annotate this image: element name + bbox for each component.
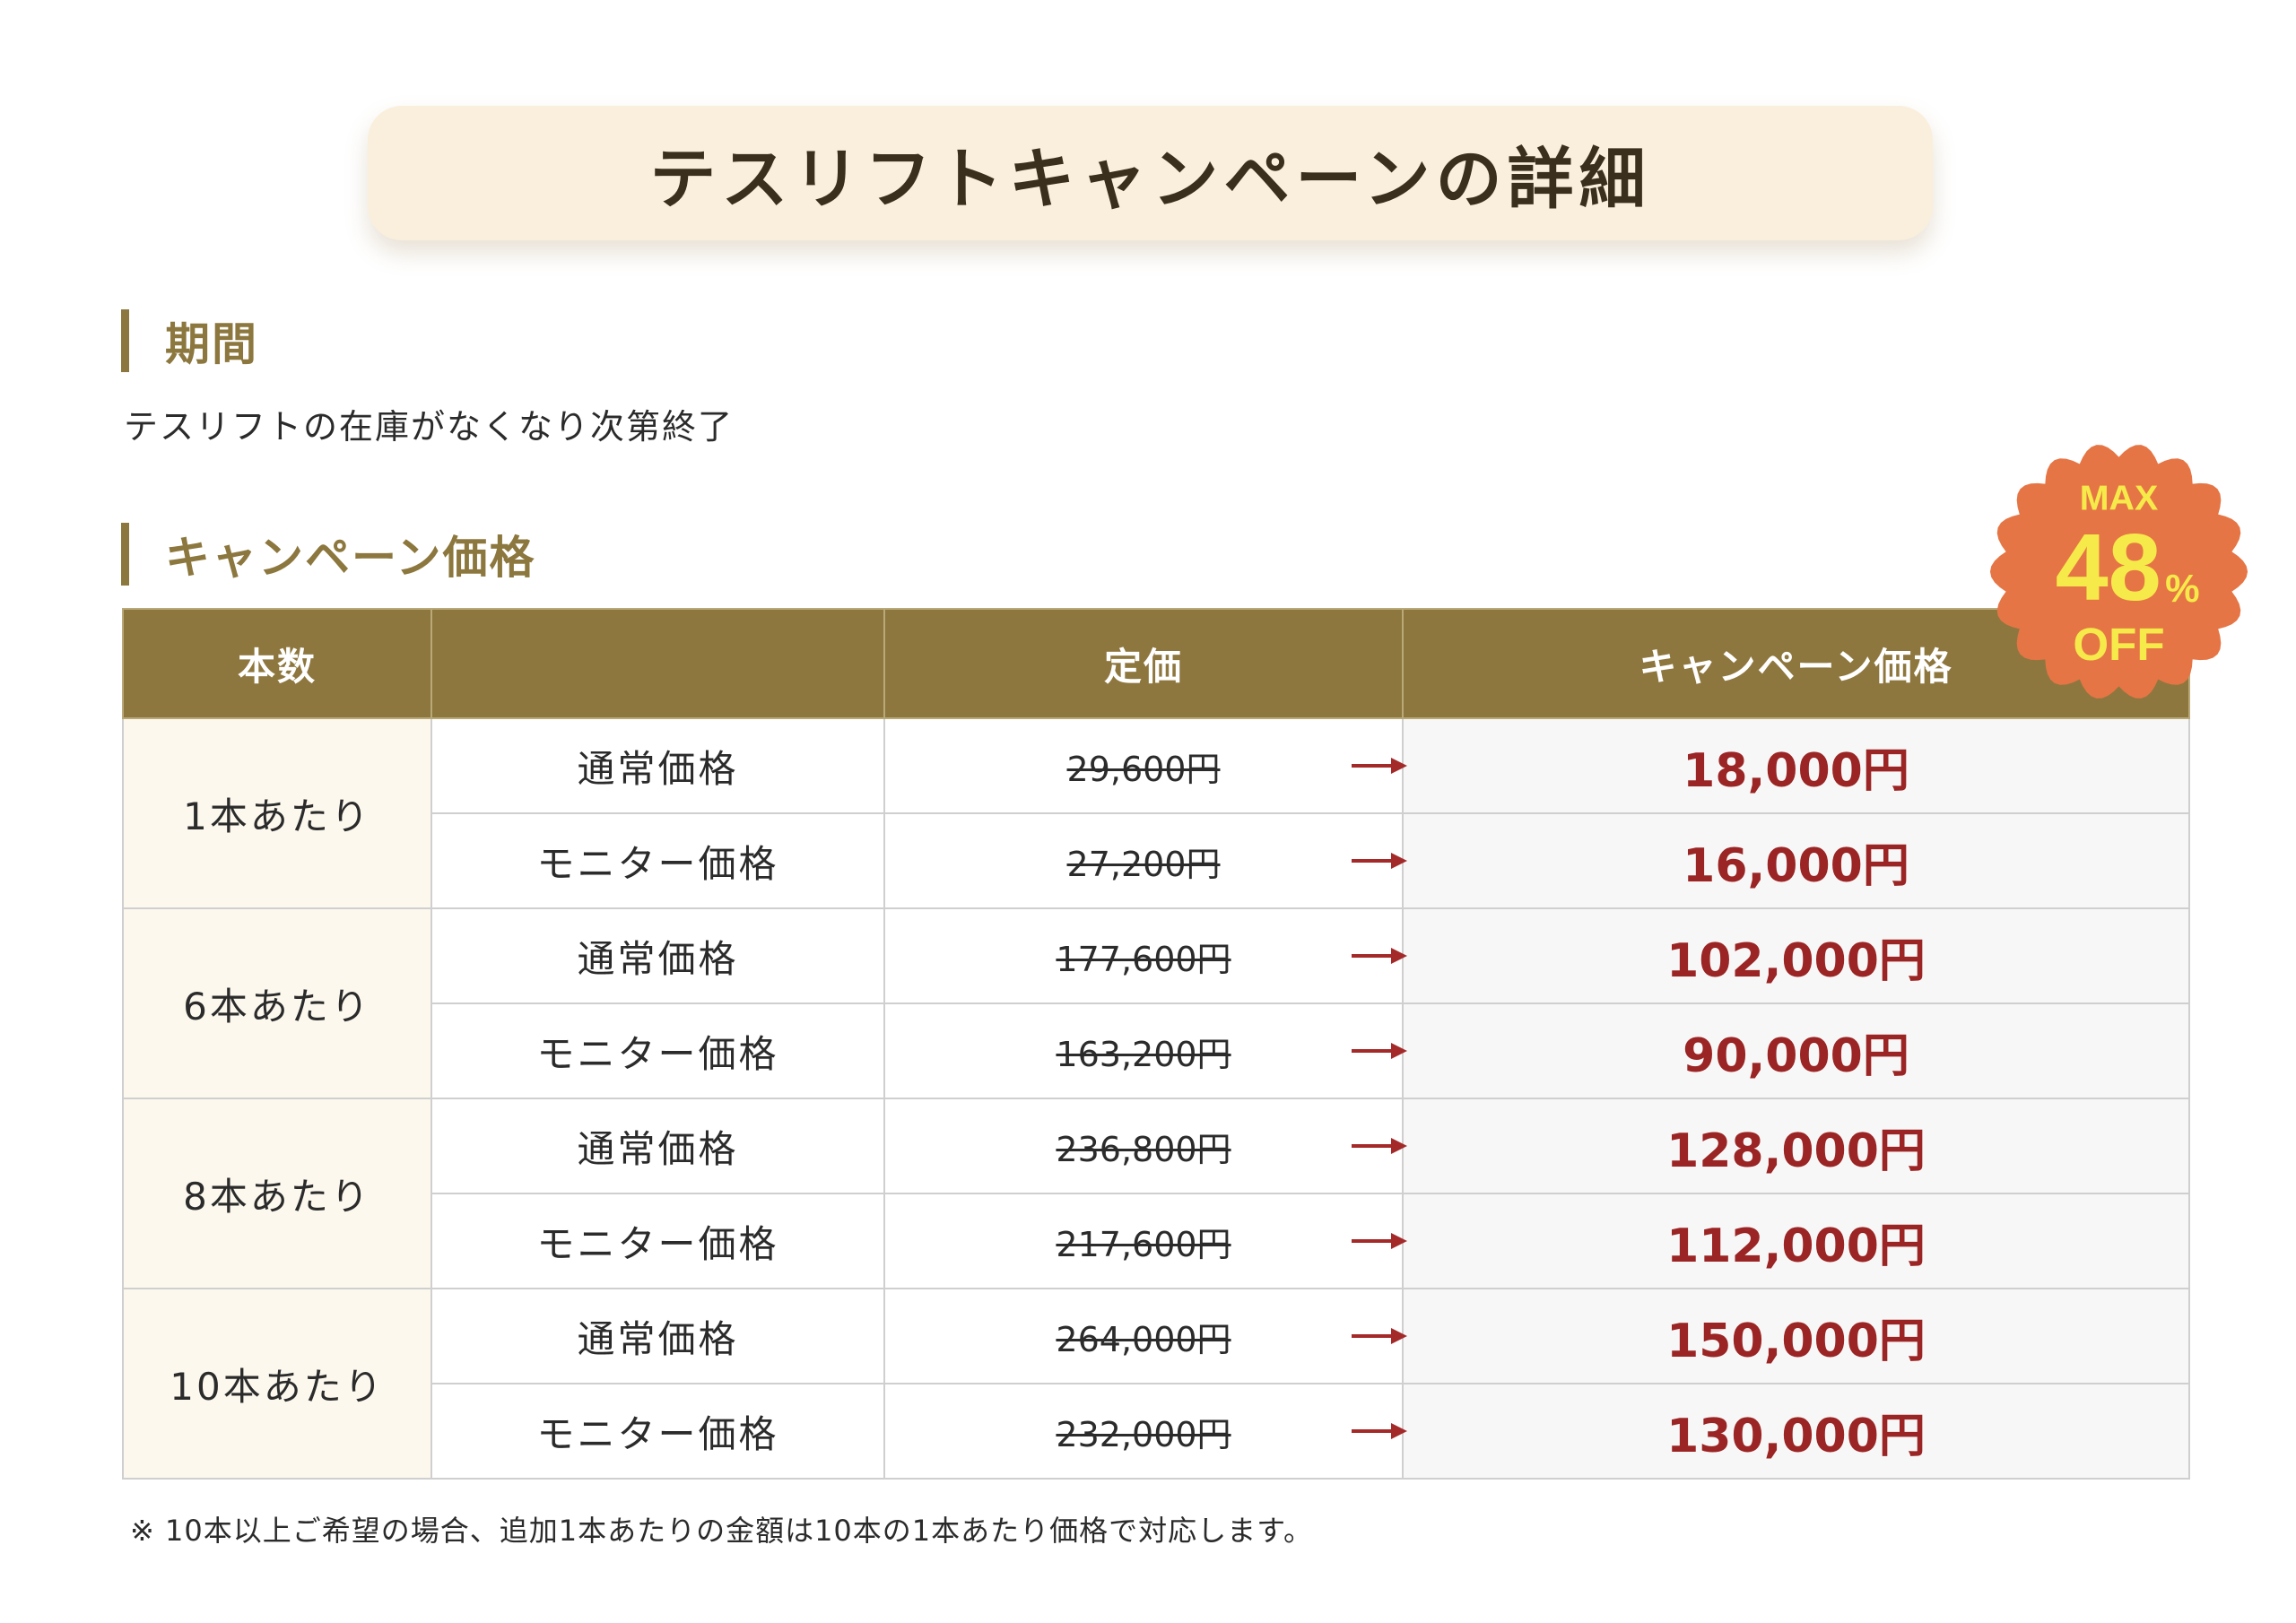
list-price-cell: 232,000円 (883, 1383, 1407, 1480)
list-price-struck: 232,000円 (1056, 1414, 1231, 1454)
table-row: モニター価格 232,000円 130,000円 (123, 1383, 2190, 1480)
campaign-price-cell: 112,000円 (1402, 1193, 2190, 1289)
list-price-cell: 27,200円 (883, 812, 1407, 909)
period-text: テスリフトの在庫がなくなり次第終了 (124, 407, 735, 447)
badge-percent-number: 48 (2056, 514, 2161, 621)
table-row: モニター価格 27,200円 16,000円 (123, 812, 2190, 909)
table-header-row: 本数 定価 キャンペーン価格 (122, 608, 2190, 719)
list-price-cell: 236,800円 (883, 1098, 1407, 1194)
campaign-price-cell: 18,000円 (1402, 717, 2190, 814)
quantity-cell: 8本あたり (122, 1098, 432, 1289)
footnote: ※ 10本以上ご希望の場合、追加1本あたりの金額は10本の1本あたり価格で対応し… (130, 1514, 1313, 1548)
header-list-price: 定価 (883, 608, 1404, 719)
campaign-price-cell: 102,000円 (1402, 907, 2190, 1004)
campaign-price-heading: キャンペーン価格 (121, 523, 536, 586)
badge-off-text: OFF (2073, 619, 2164, 670)
table-row: 1本あたり 通常価格 29,600円 18,000円 (122, 717, 2190, 909)
list-price-cell: 163,200円 (883, 1002, 1407, 1099)
table-row: 8本あたり 通常価格 236,800円 128,000円 (122, 1098, 2190, 1289)
list-price-struck: 217,600円 (1056, 1224, 1231, 1264)
arrow-right-icon (1352, 853, 1407, 869)
list-price-cell: 177,600円 (883, 907, 1407, 1004)
price-type-cell: モニター価格 (430, 1193, 885, 1289)
arrow-right-icon (1352, 1138, 1407, 1154)
list-price-cell: 264,000円 (883, 1288, 1407, 1384)
badge-max-text: MAX (2080, 479, 2158, 518)
table-row: モニター価格 163,200円 90,000円 (123, 1002, 2190, 1099)
campaign-price-cell: 150,000円 (1402, 1288, 2190, 1384)
arrow-right-icon (1352, 1233, 1407, 1249)
title-banner: テスリフトキャンペーンの詳細 (368, 106, 1933, 240)
table-row: 10本あたり 通常価格 264,000円 150,000円 (122, 1288, 2190, 1480)
list-price-struck: 27,200円 (1066, 844, 1221, 884)
period-heading: 期間 (121, 309, 258, 372)
header-type (430, 608, 885, 719)
price-type-cell: モニター価格 (430, 1383, 885, 1480)
list-price-struck: 177,600円 (1056, 939, 1231, 979)
campaign-price-cell: 90,000円 (1402, 1002, 2190, 1099)
badge-percent-unit: % (2165, 568, 2199, 611)
list-price-struck: 163,200円 (1056, 1034, 1231, 1074)
page-title: テスリフトキャンペーンの詳細 (649, 140, 1651, 218)
table-row: モニター価格 217,600円 112,000円 (123, 1193, 2190, 1289)
arrow-right-icon (1352, 1043, 1407, 1059)
quantity-cell: 10本あたり (122, 1288, 432, 1480)
price-type-cell: モニター価格 (430, 1002, 885, 1099)
list-price-struck: 264,000円 (1056, 1319, 1231, 1359)
price-type-cell: 通常価格 (430, 1098, 885, 1194)
arrow-right-icon (1352, 1328, 1407, 1344)
campaign-price-cell: 16,000円 (1402, 812, 2190, 909)
list-price-cell: 217,600円 (883, 1193, 1407, 1289)
price-type-cell: モニター価格 (430, 812, 885, 909)
list-price-struck: 29,600円 (1066, 749, 1221, 789)
arrow-right-icon (1352, 758, 1407, 774)
campaign-price-cell: 130,000円 (1402, 1383, 2190, 1480)
max-discount-badge: MAX 48 % OFF (1989, 445, 2248, 699)
arrow-right-icon (1352, 948, 1407, 964)
list-price-cell: 29,600円 (883, 717, 1407, 814)
table-body: 1本あたり 通常価格 29,600円 18,000円 モニター価格 27,200円 16,0… (122, 717, 2190, 1480)
header-quantity: 本数 (122, 608, 432, 719)
quantity-cell: 1本あたり (122, 717, 432, 909)
price-type-cell: 通常価格 (430, 717, 885, 814)
list-price-struck: 236,800円 (1056, 1129, 1231, 1169)
arrow-right-icon (1352, 1423, 1407, 1439)
table-row: 6本あたり 通常価格 177,600円 102,000円 (122, 907, 2190, 1099)
price-type-cell: 通常価格 (430, 1288, 885, 1384)
quantity-cell: 6本あたり (122, 907, 432, 1099)
campaign-price-cell: 128,000円 (1402, 1098, 2190, 1194)
price-type-cell: 通常価格 (430, 907, 885, 1004)
campaign-price-table: 本数 定価 キャンペーン価格 1本あたり 通常価格 29,600円 18,000円 モニ… (122, 608, 2190, 1480)
